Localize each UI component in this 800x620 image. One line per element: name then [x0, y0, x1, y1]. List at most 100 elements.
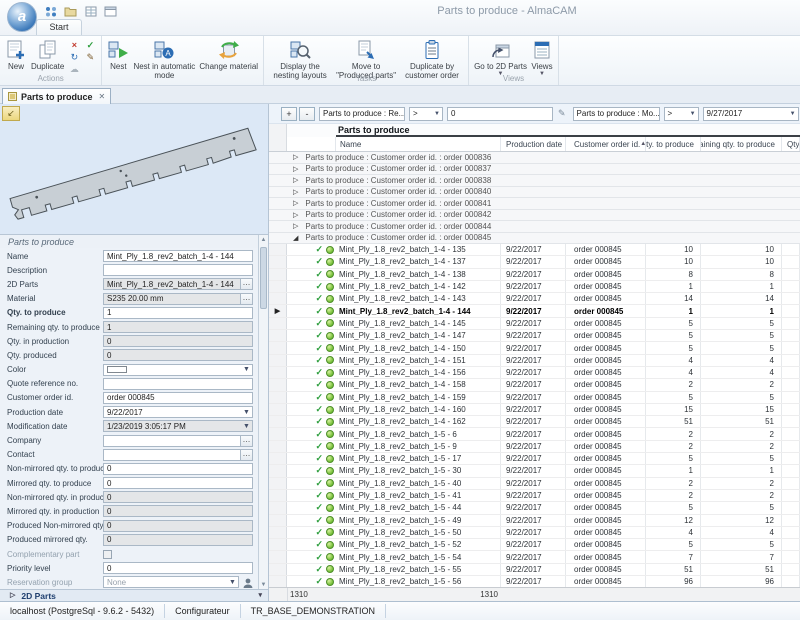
ellipsis-button[interactable]: …	[240, 450, 252, 460]
row-selector[interactable]	[269, 244, 287, 255]
chevron-down-icon[interactable]: ▾	[258, 591, 262, 601]
filter1-operator-select[interactable]: >▼	[409, 107, 443, 121]
group-row[interactable]: ▷Parts to produce : Customer order id. :…	[269, 187, 800, 199]
expand-icon[interactable]: ▷	[293, 153, 298, 161]
field-input[interactable]: 9/22/2017▼	[103, 406, 253, 418]
filter2-operator-select[interactable]: >▼	[664, 107, 699, 121]
cloud-icon[interactable]: ☁	[68, 64, 80, 75]
table-row[interactable]: ✓Mint_Ply_1.8_rev2_batch_1-4 - 1479/22/2…	[269, 330, 800, 342]
field-input[interactable]: order 000845	[103, 392, 253, 404]
group-row[interactable]: ▷Parts to produce : Customer order id. :…	[269, 152, 800, 164]
ellipsis-button[interactable]: …	[240, 294, 252, 304]
field-input[interactable]: 0	[103, 477, 253, 489]
scroll-thumb[interactable]	[260, 247, 267, 309]
field-input[interactable]: 0	[103, 534, 253, 546]
column-header-name[interactable]: Name	[336, 137, 501, 151]
table-row[interactable]: ✓Mint_Ply_1.8_rev2_batch_1-4 - 1389/22/2…	[269, 269, 800, 281]
almacam-logo-icon[interactable]: a	[7, 2, 37, 32]
expand-icon[interactable]: ▷	[293, 222, 298, 230]
group-row[interactable]: ▷Parts to produce : Customer order id. :…	[269, 175, 800, 187]
row-selector[interactable]	[269, 490, 287, 501]
field-input[interactable]: 0	[103, 335, 253, 347]
table-row[interactable]: ✓Mint_Ply_1.8_rev2_batch_1-4 - 1359/22/2…	[269, 244, 800, 256]
group-row[interactable]: ◢Parts to produce : Customer order id. :…	[269, 233, 800, 245]
column-header-production-date[interactable]: Production date	[501, 137, 566, 151]
column-header-qty[interactable]: Qty. to produce	[646, 137, 701, 151]
checkbox[interactable]	[103, 550, 112, 559]
ellipsis-button[interactable]: …	[240, 279, 252, 289]
table-row[interactable]: ✓Mint_Ply_1.8_rev2_batch_1-4 - 1589/22/2…	[269, 379, 800, 391]
table-row[interactable]: ✓Mint_Ply_1.8_rev2_batch_1-5 - 409/22/20…	[269, 478, 800, 490]
add-filter-button[interactable]: +	[281, 107, 297, 121]
table-row[interactable]: ✓Mint_Ply_1.8_rev2_batch_1-5 - 179/22/20…	[269, 453, 800, 465]
row-selector[interactable]	[269, 342, 287, 353]
column-header-qty-in[interactable]: Qty. in	[782, 137, 800, 151]
row-selector[interactable]	[269, 355, 287, 366]
table-row[interactable]: ✓Mint_Ply_1.8_rev2_batch_1-5 - 559/22/20…	[269, 564, 800, 576]
row-selector[interactable]	[269, 318, 287, 329]
table-row[interactable]: ✓Mint_Ply_1.8_rev2_batch_1-5 - 449/22/20…	[269, 502, 800, 514]
ribbon-button-display-the-nesting-layouts[interactable]: Display the nesting layouts	[267, 37, 333, 74]
group-row[interactable]: ▷Parts to produce : Customer order id. :…	[269, 198, 800, 210]
row-selector[interactable]	[269, 330, 287, 341]
table-row[interactable]: ✓Mint_Ply_1.8_rev2_batch_1-4 - 1609/22/2…	[269, 404, 800, 416]
table-row[interactable]: ✓Mint_Ply_1.8_rev2_batch_1-4 - 1519/22/2…	[269, 355, 800, 367]
row-selector[interactable]	[269, 293, 287, 304]
field-input[interactable]: 0	[103, 349, 253, 361]
panel-pin-icon[interactable]: ↙	[2, 106, 20, 121]
field-input[interactable]	[103, 264, 253, 276]
expand-icon[interactable]: ▷	[293, 188, 298, 196]
group-row[interactable]: ▷Parts to produce : Customer order id. :…	[269, 221, 800, 233]
row-selector[interactable]	[269, 404, 287, 415]
field-input[interactable]: Mint_Ply_1.8_rev2_batch_1-4 - 144	[103, 250, 253, 262]
ribbon-button-go-to-2d-parts[interactable]: Go to 2D Parts▼	[472, 37, 529, 74]
field-input[interactable]: 1	[103, 321, 253, 333]
row-selector[interactable]: ▶	[269, 305, 287, 316]
reservation-group-icon[interactable]	[242, 576, 254, 588]
table-row[interactable]: ✓Mint_Ply_1.8_rev2_batch_1-5 - 99/22/201…	[269, 441, 800, 453]
table-row[interactable]: ✓Mint_Ply_1.8_rev2_batch_1-4 - 1599/22/2…	[269, 392, 800, 404]
group-row[interactable]: ▷Parts to produce : Customer order id. :…	[269, 210, 800, 222]
field-input[interactable]	[103, 378, 253, 390]
table-row[interactable]: ✓Mint_Ply_1.8_rev2_batch_1-4 - 1379/22/2…	[269, 256, 800, 268]
ribbon-button-nest-in-automatic-mode[interactable]: ANest in automatic mode	[131, 37, 197, 74]
chevron-down-icon[interactable]: ▼	[241, 366, 252, 373]
ellipsis-button[interactable]: …	[240, 436, 252, 446]
tab-parts-to-produce[interactable]: Parts to produce ✕	[2, 88, 111, 104]
field-input[interactable]: 1	[103, 307, 253, 319]
field-input[interactable]: 0	[103, 491, 253, 503]
field-input[interactable]: 0	[103, 463, 253, 475]
table-row[interactable]: ✓Mint_Ply_1.8_rev2_batch_1-5 - 309/22/20…	[269, 465, 800, 477]
close-icon[interactable]: ✕	[99, 92, 106, 101]
group-row[interactable]: ▷Parts to produce : Customer order id. :…	[269, 164, 800, 176]
table-row[interactable]: ✓Mint_Ply_1.8_rev2_batch_1-4 - 1629/22/2…	[269, 416, 800, 428]
chevron-down-icon[interactable]: ▼	[227, 579, 238, 586]
filter2-field-select[interactable]: Parts to produce : Mo...▼	[573, 107, 660, 121]
ribbon-button-new[interactable]: New	[3, 37, 29, 74]
row-selector[interactable]	[269, 392, 287, 403]
collapse-icon[interactable]: ◢	[293, 234, 298, 242]
filter1-value-input[interactable]	[447, 107, 553, 121]
table-row[interactable]: ✓Mint_Ply_1.8_rev2_batch_1-4 - 1439/22/2…	[269, 293, 800, 305]
field-input[interactable]: 0	[103, 520, 253, 532]
field-input[interactable]: 1/23/2019 3:05:17 PM▼	[103, 420, 253, 432]
row-selector[interactable]	[269, 428, 287, 439]
table-row[interactable]: ✓Mint_Ply_1.8_rev2_batch_1-5 - 529/22/20…	[269, 539, 800, 551]
edit-filter-icon[interactable]: ✎	[555, 108, 569, 119]
row-selector[interactable]	[269, 256, 287, 267]
row-selector[interactable]	[269, 515, 287, 526]
row-selector[interactable]	[269, 453, 287, 464]
expand-icon[interactable]: ▷	[293, 165, 298, 173]
ribbon-button-duplicate[interactable]: Duplicate	[29, 37, 66, 74]
edit-icon[interactable]: ✎	[84, 52, 96, 63]
row-selector[interactable]	[269, 367, 287, 378]
table-row[interactable]: ✓Mint_Ply_1.8_rev2_batch_1-4 - 1509/22/2…	[269, 342, 800, 354]
row-selector[interactable]	[269, 551, 287, 562]
row-selector[interactable]	[269, 281, 287, 292]
row-selector[interactable]	[269, 502, 287, 513]
table-row[interactable]: ✓Mint_Ply_1.8_rev2_batch_1-4 - 1429/22/2…	[269, 281, 800, 293]
table-row[interactable]: ✓Mint_Ply_1.8_rev2_batch_1-4 - 1459/22/2…	[269, 318, 800, 330]
table-row[interactable]: ✓Mint_Ply_1.8_rev2_batch_1-4 - 1569/22/2…	[269, 367, 800, 379]
table-row[interactable]: ✓Mint_Ply_1.8_rev2_batch_1-5 - 549/22/20…	[269, 551, 800, 563]
expand-icon[interactable]: ▷	[293, 199, 298, 207]
